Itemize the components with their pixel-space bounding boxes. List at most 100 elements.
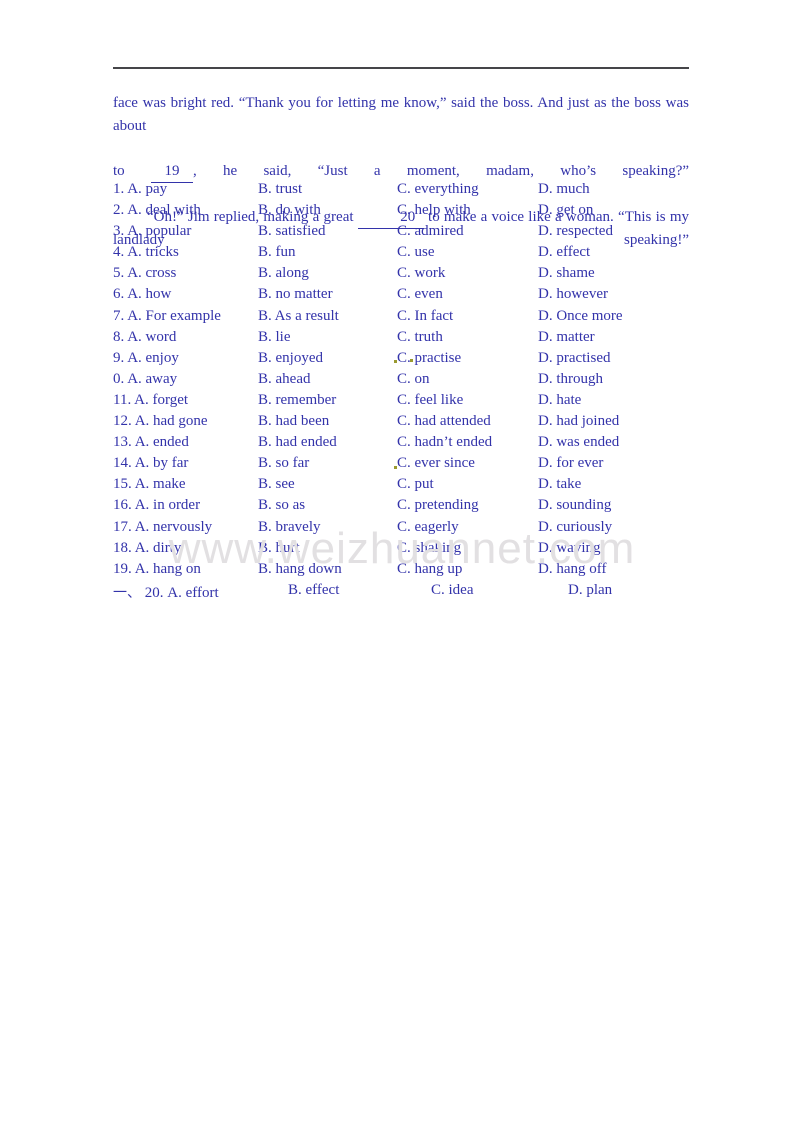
option-a[interactable]: 7. A. For example: [113, 308, 221, 325]
option-b-label: B. ahead: [258, 370, 311, 387]
option-b[interactable]: B. had ended: [258, 434, 337, 451]
option-c[interactable]: C. everything: [397, 181, 479, 198]
option-b[interactable]: B. along: [258, 265, 309, 282]
option-a[interactable]: 12. A. had gone: [113, 413, 208, 430]
option-d[interactable]: D. hate: [538, 392, 581, 409]
option-a[interactable]: 5. A. cross: [113, 265, 176, 282]
option-b[interactable]: B. ahead: [258, 371, 310, 388]
option-d[interactable]: D. take: [538, 476, 581, 493]
option-d-label: D. plan: [568, 581, 613, 598]
option-c-label: C. practise: [397, 349, 462, 366]
question-row: 0. A. away B. ahead C. on D. through: [113, 371, 703, 392]
option-d[interactable]: D. through: [538, 371, 603, 388]
option-a[interactable]: 3. A. popular: [113, 223, 191, 240]
option-d[interactable]: D. waving: [538, 540, 601, 557]
option-a[interactable]: 11. A. forget: [113, 392, 188, 409]
option-c[interactable]: C. admired: [397, 223, 464, 240]
option-a[interactable]: 一、 20. A. effort: [113, 582, 219, 602]
option-b[interactable]: B. bravely: [258, 519, 320, 536]
option-b[interactable]: B. As a result: [258, 308, 339, 325]
option-c[interactable]: C. feel like: [397, 392, 463, 409]
question-number: 9.: [113, 349, 125, 366]
option-b[interactable]: B. satisfied: [258, 223, 326, 240]
option-b[interactable]: B. hurt: [258, 540, 300, 557]
option-b[interactable]: B. hang down: [258, 561, 342, 578]
option-c[interactable]: C. pretending: [397, 497, 479, 514]
option-d-label: D. hang off: [538, 560, 607, 577]
option-d[interactable]: D. had joined: [538, 413, 619, 430]
option-c[interactable]: C. hang up: [397, 561, 462, 578]
option-d[interactable]: D. curiously: [538, 519, 612, 536]
option-c[interactable]: C. eagerly: [397, 519, 459, 536]
option-b-label: B. bravely: [258, 518, 321, 535]
option-a[interactable]: 14. A. by far: [113, 455, 188, 472]
option-c[interactable]: C. truth: [397, 329, 443, 346]
question-number: 16.: [113, 497, 132, 514]
question-row: 一、 20. A. effort B. effect C. idea D. plan: [113, 582, 703, 603]
option-c[interactable]: C. In fact: [397, 308, 453, 325]
option-a-label: A. For example: [127, 307, 221, 324]
option-d[interactable]: D. sounding: [538, 497, 611, 514]
option-d[interactable]: D. Once more: [538, 308, 623, 325]
option-b-label: B. had ended: [258, 434, 337, 451]
option-b[interactable]: B. fun: [258, 244, 296, 261]
option-c[interactable]: C. help with: [397, 202, 471, 219]
option-a[interactable]: 8. A. word: [113, 329, 176, 346]
option-a[interactable]: 16. A. in order: [113, 497, 200, 514]
option-a[interactable]: 17. A. nervously: [113, 519, 212, 536]
option-d-label: D. matter: [538, 328, 595, 345]
option-a[interactable]: 4. A. tricks: [113, 244, 179, 261]
option-a[interactable]: 19. A. hang on: [113, 561, 201, 578]
option-b[interactable]: B. effect: [288, 582, 339, 599]
option-b-label: B. fun: [258, 244, 296, 261]
option-c[interactable]: C. practise: [397, 350, 461, 367]
option-d[interactable]: D. practised: [538, 350, 610, 367]
option-d[interactable]: D. was ended: [538, 434, 619, 451]
option-c[interactable]: C. hadn’t ended: [397, 434, 492, 451]
option-a[interactable]: 6. A. how: [113, 286, 171, 303]
option-a[interactable]: 9. A. enjoy: [113, 350, 179, 367]
question-number: 19.: [113, 560, 132, 577]
option-b[interactable]: B. remember: [258, 392, 336, 409]
option-a[interactable]: 0. A. away: [113, 371, 177, 388]
option-b[interactable]: B. enjoyed: [258, 350, 323, 367]
option-d[interactable]: D. respected: [538, 223, 613, 240]
option-c[interactable]: C. had attended: [397, 413, 491, 430]
option-a[interactable]: 1. A. pay: [113, 181, 167, 198]
option-d[interactable]: D. shame: [538, 265, 595, 282]
option-d[interactable]: D. get on: [538, 202, 593, 219]
option-b[interactable]: B. so as: [258, 497, 305, 514]
option-c[interactable]: C. shaking: [397, 540, 461, 557]
option-c-label: C. truth: [397, 328, 443, 345]
option-b[interactable]: B. had been: [258, 413, 329, 430]
option-b[interactable]: B. see: [258, 476, 295, 493]
option-d[interactable]: D. much: [538, 181, 590, 198]
option-c[interactable]: C. even: [397, 286, 443, 303]
option-d[interactable]: D. effect: [538, 244, 590, 261]
blank-19[interactable]: 19: [150, 160, 193, 183]
option-c[interactable]: C. work: [397, 265, 445, 282]
option-b[interactable]: B. no matter: [258, 286, 333, 303]
option-b[interactable]: B. so far: [258, 455, 309, 472]
option-c[interactable]: C. ever since: [397, 455, 475, 472]
option-a[interactable]: 2. A. deal with: [113, 202, 201, 219]
option-c[interactable]: C. put: [397, 476, 434, 493]
option-a[interactable]: 13. A. ended: [113, 434, 189, 451]
option-b[interactable]: B. do with: [258, 202, 321, 219]
option-a-label: A. hang on: [134, 560, 201, 577]
option-d[interactable]: D. for ever: [538, 455, 603, 472]
option-d[interactable]: D. plan: [568, 582, 612, 599]
option-b[interactable]: B. trust: [258, 181, 302, 198]
option-a[interactable]: 18. A. dirty: [113, 540, 181, 557]
option-c-label: C. on: [397, 370, 430, 387]
option-d[interactable]: D. hang off: [538, 561, 606, 578]
option-d-label: D. effect: [538, 244, 591, 261]
option-c[interactable]: C. idea: [431, 582, 474, 599]
option-b[interactable]: B. lie: [258, 329, 291, 346]
option-d[interactable]: D. however: [538, 286, 608, 303]
option-a[interactable]: 15. A. make: [113, 476, 186, 493]
options-list: 1. A. pay B. trust C. everything D. much 2. …: [113, 181, 703, 603]
option-c[interactable]: C. on: [397, 371, 430, 388]
option-c[interactable]: C. use: [397, 244, 435, 261]
option-d[interactable]: D. matter: [538, 329, 595, 346]
